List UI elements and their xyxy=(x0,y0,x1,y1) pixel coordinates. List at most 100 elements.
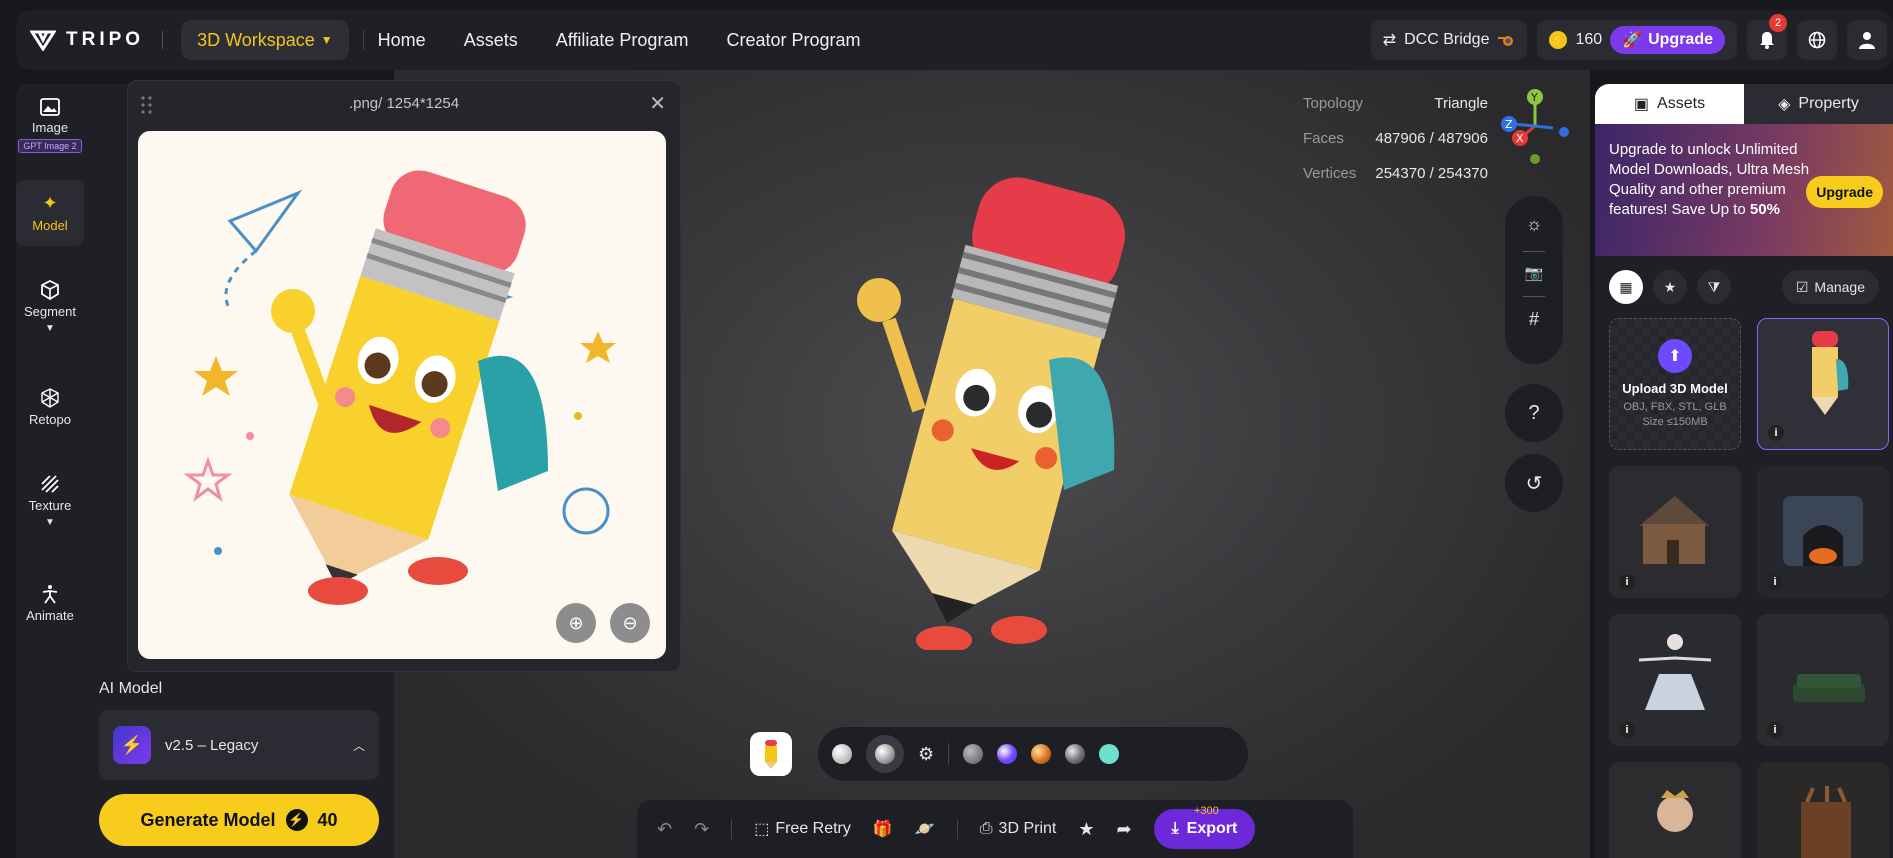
nav-link-creator[interactable]: Creator Program xyxy=(726,30,860,51)
lighting-icon[interactable]: ☼ xyxy=(1526,214,1543,235)
axis-gizmo[interactable]: Y X Z xyxy=(1495,86,1575,166)
topology-value: Triangle xyxy=(1434,95,1488,112)
info-icon[interactable]: i xyxy=(1767,722,1783,738)
rail-item-texture[interactable]: Texture ▼ xyxy=(16,474,84,528)
account-button[interactable] xyxy=(1847,20,1887,60)
help-button[interactable]: ? xyxy=(1505,384,1563,442)
asset-thumbnail-queen xyxy=(1657,790,1693,832)
free-retry-label: Free Retry xyxy=(775,820,851,837)
favorites-filter-button[interactable]: ★ xyxy=(1653,270,1687,304)
nav-link-assets[interactable]: Assets xyxy=(464,30,518,51)
material-holo[interactable] xyxy=(997,744,1018,764)
mesh-icon xyxy=(41,388,59,408)
undo-icon[interactable]: ↶ xyxy=(657,819,672,840)
filter-button[interactable]: ⧩ xyxy=(1697,270,1731,304)
reference-image: ⊕ ⊖ xyxy=(138,131,666,659)
action-bar: ↶ ↷ ⬚ Free Retry 🎁 🪐 ⎙ 3D Print ★ ➦ ⤓ Ex… xyxy=(637,800,1353,858)
asset-card-fireplace[interactable]: i xyxy=(1757,466,1889,598)
printer-icon: ⎙ xyxy=(979,820,993,837)
star-icon[interactable]: ★ xyxy=(1078,819,1094,840)
ai-model-select[interactable]: ⚡ v2.5 – Legacy ︿ xyxy=(99,710,379,780)
notifications-button[interactable]: 2 xyxy=(1747,14,1787,60)
close-icon[interactable]: ✕ xyxy=(649,91,666,116)
info-icon[interactable]: i xyxy=(1619,574,1635,590)
asset-card-sofa[interactable]: i xyxy=(1757,614,1889,746)
workspace-dropdown[interactable]: 3D Workspace ▼ xyxy=(181,20,349,60)
rail-item-retopo[interactable]: Retopo xyxy=(16,388,84,427)
sliders-icon[interactable]: ⚙ xyxy=(918,744,934,765)
asset-grid: ⬆ Upload 3D Model OBJ, FBX, STL, GLB Siz… xyxy=(1595,318,1893,858)
topology-label: Topology xyxy=(1303,95,1364,112)
tab-assets[interactable]: ▣ Assets xyxy=(1595,84,1744,124)
mesh-stats: Topology Triangle Faces 487906 / 487906 Ve… xyxy=(1303,86,1488,191)
cube-icon xyxy=(41,280,59,300)
grid-view-button[interactable]: ▦ xyxy=(1609,270,1643,304)
promo-upgrade-button[interactable]: Upgrade xyxy=(1806,176,1883,208)
history-button[interactable]: ↺ xyxy=(1505,454,1563,512)
material-gold[interactable] xyxy=(1031,744,1052,764)
popup-title: .png/ 1254*1254 xyxy=(348,95,460,112)
faces-label: Faces xyxy=(1303,130,1344,147)
panel-tabs: ▣ Assets ◈ Property xyxy=(1595,84,1893,124)
chevron-down-icon: ▼ xyxy=(320,33,333,47)
reference-thumbnail[interactable] xyxy=(750,732,792,776)
dcc-bridge-button[interactable]: ⇄ DCC Bridge xyxy=(1370,20,1528,60)
info-icon[interactable]: i xyxy=(1767,574,1783,590)
upgrade-button[interactable]: 🚀 Upgrade xyxy=(1610,26,1725,54)
generate-model-button[interactable]: Generate Model ⚡ 40 xyxy=(99,794,379,846)
promo-percent: 50% xyxy=(1749,201,1780,218)
material-shaded-active[interactable] xyxy=(866,735,904,773)
zoom-out-button[interactable]: ⊖ xyxy=(610,603,650,643)
rail-label-image: Image xyxy=(31,120,69,135)
free-retry-button[interactable]: ⬚ Free Retry xyxy=(754,819,851,839)
rail-item-animate[interactable]: Animate xyxy=(16,584,84,623)
asset-filters: ▦ ★ ⧩ ☑ Manage xyxy=(1595,256,1893,318)
user-icon xyxy=(1859,32,1875,49)
gpt-image-tag: GPT Image 2 xyxy=(18,139,82,153)
material-metal[interactable] xyxy=(1065,744,1086,764)
view-tools-group: ☼ 📷 # xyxy=(1505,196,1563,364)
material-bar: ⚙ xyxy=(818,727,1248,781)
share-icon[interactable]: ➦ xyxy=(1116,819,1131,840)
asset-card-furniture[interactable] xyxy=(1757,762,1889,858)
info-icon[interactable]: i xyxy=(1768,425,1784,441)
zoom-in-button[interactable]: ⊕ xyxy=(556,603,596,643)
asset-card-ballerina[interactable]: i xyxy=(1609,614,1741,746)
texture-icon xyxy=(41,475,59,493)
language-button[interactable] xyxy=(1797,20,1837,60)
material-teal[interactable] xyxy=(1099,744,1120,764)
material-grey[interactable] xyxy=(963,744,984,764)
rail-item-model[interactable]: ✦ Model xyxy=(16,180,84,246)
divider xyxy=(1523,251,1545,252)
tab-property[interactable]: ◈ Property xyxy=(1744,84,1893,124)
asset-card-queen[interactable] xyxy=(1609,762,1741,858)
nav-link-home[interactable]: Home xyxy=(378,30,426,51)
logo[interactable]: TRIPO xyxy=(30,29,144,51)
export-label: Export xyxy=(1186,820,1238,837)
upload-3d-model-card[interactable]: ⬆ Upload 3D Model OBJ, FBX, STL, GLB Siz… xyxy=(1609,318,1741,450)
image-icon xyxy=(40,98,60,116)
asset-card-house[interactable]: i xyxy=(1609,466,1741,598)
zoom-in-icon: ⊕ xyxy=(568,612,584,633)
chevron-up-icon: ︿ xyxy=(352,738,365,753)
material-clay[interactable] xyxy=(832,744,852,764)
redo-icon[interactable]: ↷ xyxy=(694,819,709,840)
grid-icon[interactable]: # xyxy=(1529,309,1539,330)
rail-item-segment[interactable]: Segment ▼ xyxy=(16,280,84,334)
asset-card-pencil[interactable]: i xyxy=(1757,318,1889,450)
ai-model-label: AI Model xyxy=(99,680,163,697)
credits-pill[interactable]: ⚡ 160 🚀 Upgrade xyxy=(1537,20,1737,60)
rail-item-image[interactable]: Image GPT Image 2 xyxy=(16,98,84,153)
planet-icon[interactable]: 🪐 xyxy=(915,819,935,839)
3d-print-button[interactable]: ⎙ 3D Print xyxy=(980,820,1057,838)
gift-icon[interactable]: 🎁 xyxy=(873,819,893,839)
assets-panel: ▣ Assets ◈ Property Upgrade to unlock Un… xyxy=(1595,84,1893,858)
pencil-3d-model[interactable] xyxy=(834,150,1144,650)
info-icon[interactable]: i xyxy=(1619,722,1635,738)
svg-text:Z: Z xyxy=(1505,118,1513,131)
credits-count: 160 xyxy=(1575,31,1603,48)
nav-link-affiliate[interactable]: Affiliate Program xyxy=(556,30,689,51)
camera-icon[interactable]: 📷 xyxy=(1525,264,1544,282)
tab-assets-label: Assets xyxy=(1657,95,1706,112)
manage-button[interactable]: ☑ Manage xyxy=(1781,270,1879,304)
